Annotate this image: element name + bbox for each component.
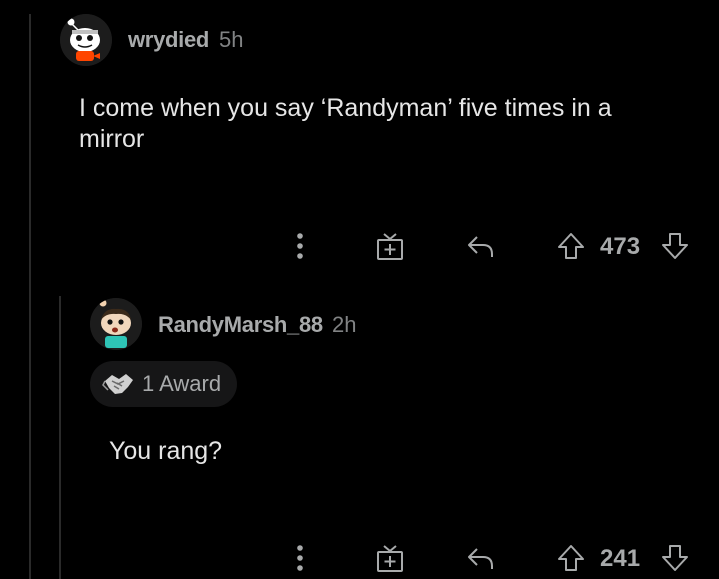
give-award-button[interactable]: [373, 541, 407, 575]
score: 241: [600, 545, 641, 572]
downvote-button[interactable]: [658, 229, 692, 263]
snoo-avatar-icon: [60, 14, 112, 66]
username-randymarsh[interactable]: RandyMarsh_88: [158, 312, 323, 338]
upvote-button[interactable]: [554, 541, 588, 575]
snoo-avatar-icon: [90, 298, 142, 350]
upvote-button[interactable]: [554, 229, 588, 263]
award-count: 1 Award: [142, 371, 222, 396]
downvote-arrow-icon: [662, 233, 688, 259]
more-vertical-icon: [297, 545, 303, 571]
upvote-arrow-icon: [558, 233, 584, 259]
reply-button[interactable]: [463, 229, 497, 263]
timestamp: 2h: [332, 312, 357, 337]
avatar-randymarsh[interactable]: [90, 298, 142, 350]
reply-icon: [468, 548, 493, 569]
gift-award-icon: [377, 545, 403, 572]
reply-icon: [468, 236, 493, 257]
comment-body: You rang?: [109, 437, 223, 465]
avatar-wrydied[interactable]: [60, 14, 112, 66]
score: 473: [600, 233, 641, 260]
thread-line-reply[interactable]: [59, 296, 61, 579]
upvote-arrow-icon: [558, 545, 584, 571]
more-vertical-icon: [297, 233, 303, 259]
comment-body: I come when you say ‘Randyman’ five time…: [79, 94, 612, 153]
give-award-button[interactable]: [373, 229, 407, 263]
downvote-button[interactable]: [658, 541, 692, 575]
downvote-arrow-icon: [662, 545, 688, 571]
handshake-award-icon: [102, 374, 133, 394]
more-options-button[interactable]: [286, 230, 314, 262]
timestamp: 5h: [219, 27, 244, 52]
thread-line-root[interactable]: [29, 14, 31, 579]
gift-award-icon: [377, 233, 403, 260]
username-wrydied[interactable]: wrydied: [128, 27, 209, 53]
reply-button[interactable]: [463, 541, 497, 575]
awards-badge[interactable]: 1 Award: [90, 361, 238, 407]
more-options-button[interactable]: [286, 542, 314, 574]
